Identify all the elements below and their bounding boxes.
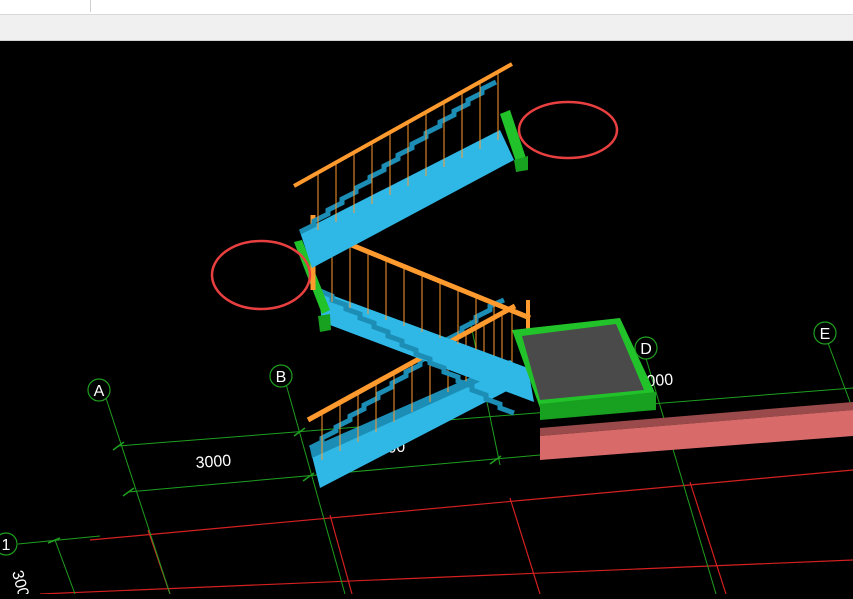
- title-bar: [0, 0, 853, 15]
- axis-marker-b[interactable]: B: [269, 364, 293, 388]
- axis-label-d: D: [640, 341, 652, 358]
- axis-label-1: 1: [2, 537, 11, 554]
- dimension-ticks: [47, 427, 502, 544]
- model-canvas[interactable]: A B E 1 3000 3000 3000 300: [0, 41, 853, 599]
- toolbar: [0, 15, 853, 41]
- axis-label-b: B: [276, 369, 287, 386]
- dimension-text-side: 300: [8, 569, 31, 594]
- landing-platform[interactable]: [512, 318, 656, 420]
- axis-marker-1[interactable]: 1: [0, 532, 18, 556]
- highlight-circle-upper: [517, 100, 619, 160]
- axis-marker-a[interactable]: A: [87, 378, 111, 402]
- axis-label-a: A: [94, 383, 105, 400]
- axis-label-e: E: [820, 326, 831, 343]
- axis-marker-d[interactable]: D: [634, 336, 658, 360]
- axis-marker-e[interactable]: E: [813, 321, 837, 345]
- stair-flight-upper[interactable]: [298, 79, 514, 268]
- dimension-text-a-b: 3000: [195, 453, 232, 472]
- 3d-viewport[interactable]: A B E 1 3000 3000 3000 300: [0, 41, 853, 599]
- title-divider: [90, 0, 91, 12]
- highlight-circle-lower: [210, 239, 312, 311]
